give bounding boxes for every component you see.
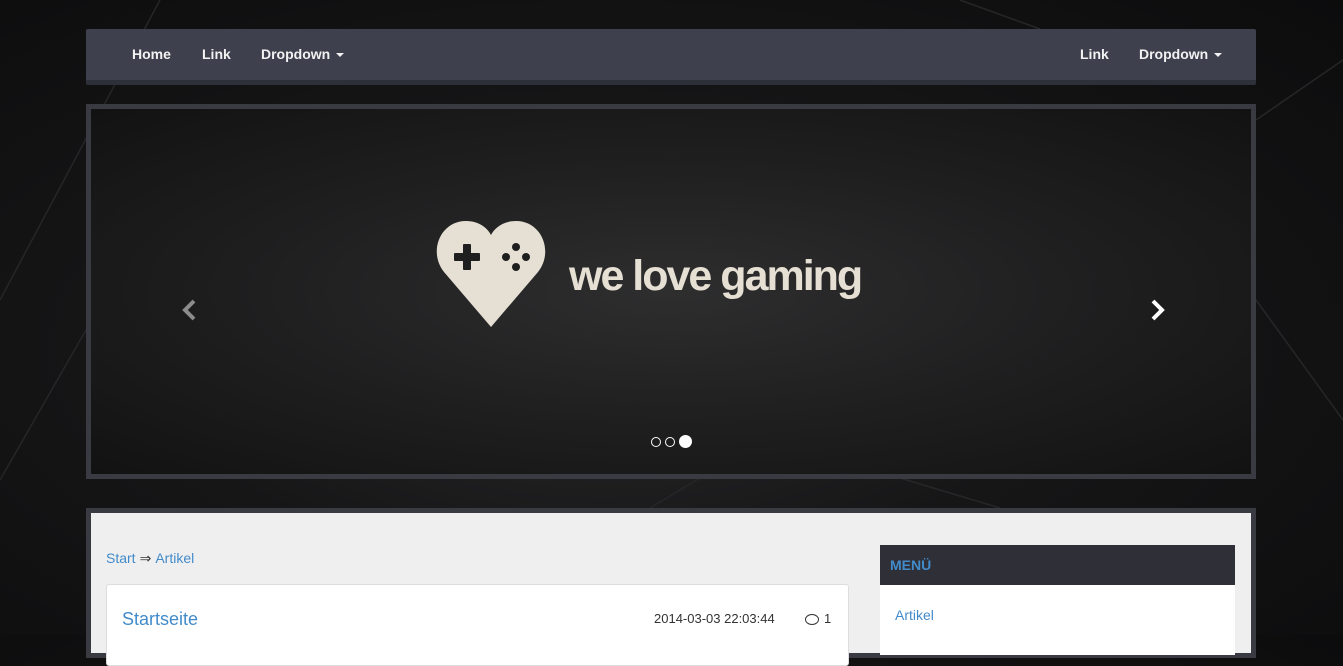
breadcrumb-artikel-link[interactable]: Artikel [155,550,194,566]
caret-down-icon [336,53,345,58]
sidebar-heading: MENÜ [880,545,1235,585]
chevron-left-icon[interactable] [176,295,206,325]
carousel-indicator-3[interactable] [679,435,692,449]
nav-home-link[interactable]: Home [132,29,171,80]
gamepad-heart-logo [436,221,546,327]
nav-right-dropdown[interactable]: Dropdown [1139,29,1223,80]
nav-right-link[interactable]: Link [1080,29,1109,80]
article-date: 2014-03-03 22:03:44 [654,611,775,626]
nav-link[interactable]: Link [202,29,231,80]
chevron-right-icon[interactable] [1141,295,1171,325]
carousel-indicator-1[interactable] [651,436,661,447]
comment-count-value: 1 [824,611,832,626]
carousel-indicators [651,433,696,449]
article-title-link[interactable]: Startseite [122,609,198,630]
image-carousel: we love gaming [86,104,1256,479]
nav-right-dropdown-label: Dropdown [1139,46,1209,62]
article-card: Startseite 2014-03-03 22:03:44 1 [106,584,849,666]
slide-caption: we love gaming [569,252,863,300]
sidebar-menu: MENÜ Artikel [880,545,1235,655]
top-navbar: Home Link Dropdown Link Dropdown [86,29,1256,85]
comment-count[interactable]: 1 [805,611,831,626]
breadcrumb-separator: ⇒ [139,550,152,566]
sidebar-item-artikel[interactable]: Artikel [895,607,934,623]
breadcrumb: Start ⇒ Artikel [106,550,194,567]
nav-dropdown[interactable]: Dropdown [261,29,345,80]
nav-dropdown-label: Dropdown [261,46,331,62]
caret-down-icon [1214,53,1223,58]
breadcrumb-start-link[interactable]: Start [106,550,136,566]
main-content: Start ⇒ Artikel Startseite 2014-03-03 22:0… [86,508,1256,666]
carousel-indicator-2[interactable] [665,436,675,447]
comment-icon [805,614,819,626]
